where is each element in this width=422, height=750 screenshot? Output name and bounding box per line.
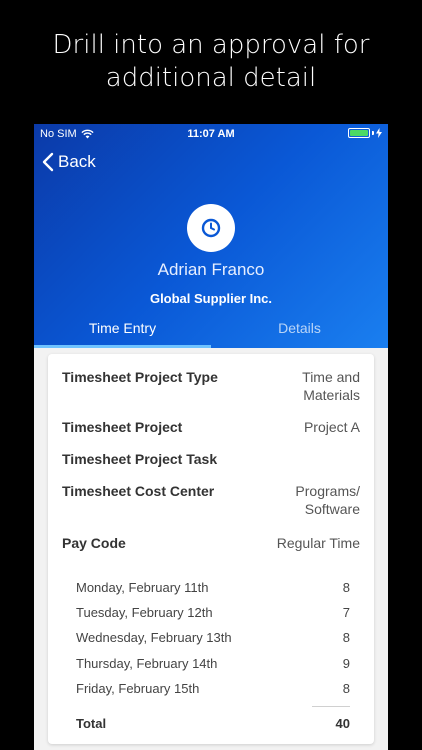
avatar — [187, 204, 235, 252]
tab-details[interactable]: Details — [211, 318, 388, 348]
field-label: Timesheet Project Type — [62, 369, 218, 385]
day-hours: 8 — [342, 630, 350, 645]
back-label: Back — [58, 152, 96, 171]
charging-bolt-icon — [376, 128, 382, 138]
field-value-line: Time and — [302, 369, 360, 385]
field-value: Project A — [303, 419, 360, 435]
list-item: Thursday, February 14th 9 — [76, 656, 350, 671]
field-label: Pay Code — [62, 535, 126, 551]
day-label: Friday, February 15th — [76, 681, 200, 696]
company-name: Global Supplier Inc. — [149, 291, 273, 306]
field-cost-center: Timesheet Cost Center Programs/ Software — [62, 482, 360, 518]
field-label: Timesheet Cost Center — [62, 483, 215, 499]
battery-icon — [348, 128, 370, 138]
time-entry-card: Timesheet Project Type Time and Material… — [48, 354, 374, 744]
field-value: Regular Time — [276, 535, 360, 551]
tab-time-entry[interactable]: Time Entry — [34, 318, 211, 348]
total-value: 40 — [335, 716, 350, 731]
promo-line-2: additional detail — [105, 63, 317, 93]
list-item: Monday, February 11th 8 — [76, 580, 350, 595]
status-time: 11:07 AM — [187, 128, 235, 140]
field-pay-code: Pay Code Regular Time — [62, 534, 360, 552]
day-hours: 8 — [342, 681, 350, 696]
day-label: Thursday, February 14th — [76, 656, 218, 671]
field-label: Timesheet Project Task — [62, 451, 218, 467]
chevron-left-icon — [42, 152, 54, 172]
field-project: Timesheet Project Project A — [62, 418, 360, 436]
promo-caption: Drill into an approval for additional de… — [0, 0, 422, 124]
day-label: Monday, February 11th — [76, 580, 209, 595]
day-hours: 8 — [342, 580, 350, 595]
approver-name: Adrian Franco — [157, 260, 265, 279]
day-hours: 9 — [342, 656, 350, 671]
field-project-task: Timesheet Project Task — [62, 450, 360, 468]
tab-bar: Time Entry Details — [34, 318, 388, 348]
list-item: Tuesday, February 12th 7 — [76, 605, 350, 620]
battery-indicator — [348, 128, 382, 138]
approval-header: No SIM 11:07 AM Back Adrian Franco Globa… — [34, 124, 388, 348]
total-label: Total — [76, 716, 107, 731]
day-label: Tuesday, February 12th — [76, 605, 213, 620]
field-value: Time and Materials — [302, 368, 360, 404]
field-project-type: Timesheet Project Type Time and Material… — [62, 368, 360, 404]
field-value-line: Materials — [303, 387, 360, 403]
day-hours: 7 — [342, 605, 350, 620]
total-row: Total 40 — [76, 716, 350, 731]
total-divider — [312, 706, 350, 707]
day-label: Wednesday, February 13th — [76, 630, 232, 645]
phone-screen: No SIM 11:07 AM Back Adrian Franco Globa… — [34, 124, 388, 750]
list-item: Wednesday, February 13th 8 — [76, 630, 350, 645]
back-button[interactable]: Back — [42, 152, 96, 172]
field-label: Timesheet Project — [62, 419, 183, 435]
status-bar: No SIM 11:07 AM — [34, 124, 388, 144]
clock-icon — [201, 218, 221, 238]
promo-line-1: Drill into an approval for — [52, 30, 370, 60]
field-value-line: Software — [304, 501, 360, 517]
field-value-line: Programs/ — [295, 483, 360, 499]
list-item: Friday, February 15th 8 — [76, 681, 350, 696]
field-value: Programs/ Software — [295, 482, 360, 518]
